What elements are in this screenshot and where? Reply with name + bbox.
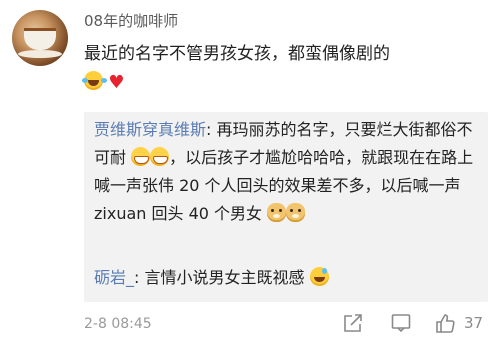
like-count: 37 <box>464 314 484 332</box>
saucer-shape <box>18 50 62 58</box>
grin-icon <box>131 147 151 166</box>
comment-button[interactable] <box>390 311 412 335</box>
share-icon <box>344 314 362 332</box>
reply-text: : 言情小说男女主既视感 <box>134 268 305 287</box>
reply-item[interactable]: 砺岩_: 言情小说男女主既视感 <box>94 264 480 292</box>
reply-author[interactable]: 贾维斯穿真维斯 <box>94 120 206 139</box>
coffee-cup-shape <box>24 28 56 50</box>
comment-timestamp: 2-8 08:45 <box>84 316 152 332</box>
doge-icon <box>267 203 287 222</box>
comment-text: 最近的名字不管男孩女孩，都蛮偶像剧的 <box>84 44 390 64</box>
comment-body: 最近的名字不管男孩女孩，都蛮偶像剧的 ♥ <box>82 40 484 96</box>
reply-item[interactable]: 贾维斯穿真维斯: 再玛丽苏的名字，只要烂大街都俗不可耐 ，以后孩子才尴尬哈哈哈，… <box>94 116 480 228</box>
comment-username[interactable]: 08年的咖啡师 <box>84 10 178 31</box>
share-button[interactable] <box>342 311 364 335</box>
red-heart-icon: ♥ <box>108 72 125 93</box>
replies-panel[interactable]: 贾维斯穿真维斯: 再玛丽苏的名字，只要烂大街都俗不可耐 ，以后孩子才尴尬哈哈哈，… <box>84 112 488 302</box>
grin-icon <box>150 147 170 166</box>
laugh-sweat-icon <box>309 267 329 286</box>
comment-icon <box>391 314 411 333</box>
reply-author[interactable]: 砺岩_ <box>94 268 134 287</box>
like-button[interactable]: 37 <box>434 311 483 335</box>
doge-icon <box>286 203 306 222</box>
thumbs-up-icon <box>436 314 455 333</box>
avatar[interactable] <box>12 10 68 66</box>
laugh-cry-icon <box>82 71 103 90</box>
